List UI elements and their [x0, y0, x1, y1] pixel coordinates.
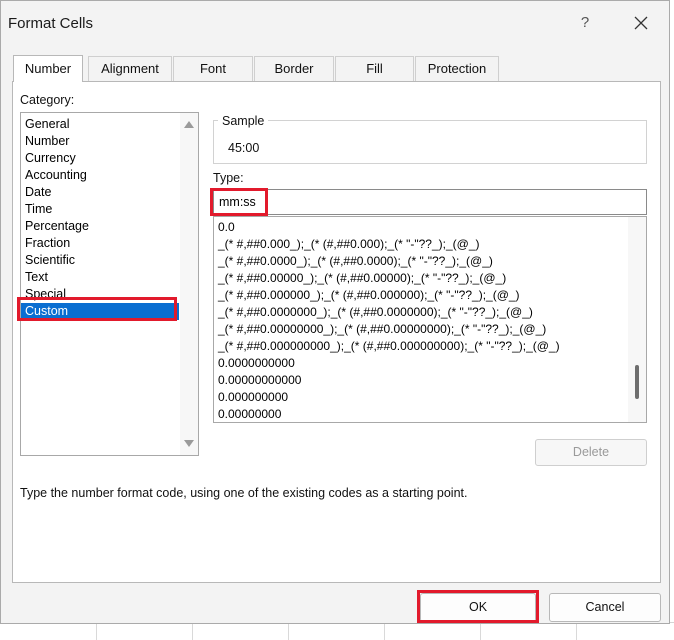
sample-value: 45:00: [228, 141, 260, 155]
scroll-thumb[interactable]: [635, 365, 639, 399]
category-item-text[interactable]: Text: [21, 269, 179, 286]
close-icon[interactable]: [629, 11, 653, 35]
format-code-list[interactable]: 0.0 _(* #,##0.000_);_(* (#,##0.000);_(* …: [213, 216, 647, 423]
hint-text: Type the number format code, using one o…: [20, 486, 468, 500]
delete-button[interactable]: Delete: [535, 439, 647, 466]
tab-protection[interactable]: Protection: [415, 56, 499, 81]
category-scrollbar[interactable]: [180, 113, 198, 455]
category-item-currency[interactable]: Currency: [21, 150, 179, 167]
tab-alignment[interactable]: Alignment: [88, 56, 172, 81]
category-item-accounting[interactable]: Accounting: [21, 167, 179, 184]
type-input[interactable]: mm:ss: [213, 189, 647, 215]
cancel-button[interactable]: Cancel: [549, 593, 661, 622]
category-item-fraction[interactable]: Fraction: [21, 235, 179, 252]
category-item-special[interactable]: Special: [21, 286, 179, 303]
category-item-time[interactable]: Time: [21, 201, 179, 218]
category-label: Category:: [20, 93, 75, 107]
format-code-item[interactable]: 0.00000000000: [218, 372, 301, 389]
format-code-item[interactable]: 0.00000000: [218, 406, 281, 422]
tab-fill[interactable]: Fill: [335, 56, 414, 81]
format-code-item[interactable]: _(* #,##0.000000000_);_(* (#,##0.0000000…: [218, 338, 560, 355]
format-code-item[interactable]: 0.000000000: [218, 389, 288, 406]
category-item-percentage[interactable]: Percentage: [21, 218, 179, 235]
format-code-item[interactable]: _(* #,##0.000_);_(* (#,##0.000);_(* "-"?…: [218, 236, 480, 253]
type-label: Type:: [213, 171, 244, 185]
scroll-up-icon[interactable]: [184, 121, 194, 128]
category-item-scientific[interactable]: Scientific: [21, 252, 179, 269]
ok-button[interactable]: OK: [420, 593, 536, 622]
tab-border[interactable]: Border: [254, 56, 334, 81]
category-item-custom[interactable]: Custom: [21, 303, 179, 320]
tab-font[interactable]: Font: [173, 56, 253, 81]
format-code-item[interactable]: _(* #,##0.00000000_);_(* (#,##0.00000000…: [218, 321, 546, 338]
format-list-scrollbar[interactable]: [628, 217, 646, 422]
category-item-general[interactable]: General: [21, 116, 179, 133]
help-button[interactable]: ?: [573, 11, 597, 35]
format-code-item[interactable]: 0.0000000000: [218, 355, 295, 372]
category-item-date[interactable]: Date: [21, 184, 179, 201]
dialog-title: Format Cells: [8, 15, 94, 32]
sample-group: [213, 120, 647, 164]
format-code-item[interactable]: 0.0: [218, 219, 235, 236]
tab-number[interactable]: Number: [13, 55, 83, 82]
format-code-item[interactable]: _(* #,##0.0000_);_(* (#,##0.0000);_(* "-…: [218, 253, 493, 270]
format-code-item[interactable]: _(* #,##0.00000_);_(* (#,##0.00000);_(* …: [218, 270, 506, 287]
scroll-down-icon[interactable]: [184, 440, 194, 447]
format-code-item[interactable]: _(* #,##0.000000_);_(* (#,##0.000000);_(…: [218, 287, 520, 304]
worksheet-background: [0, 622, 674, 640]
category-list[interactable]: General Number Currency Accounting Date …: [20, 112, 199, 456]
title-bar: Format Cells ?: [1, 1, 669, 47]
format-code-item[interactable]: _(* #,##0.0000000_);_(* (#,##0.0000000);…: [218, 304, 533, 321]
sample-label: Sample: [218, 114, 269, 128]
category-item-number[interactable]: Number: [21, 133, 179, 150]
